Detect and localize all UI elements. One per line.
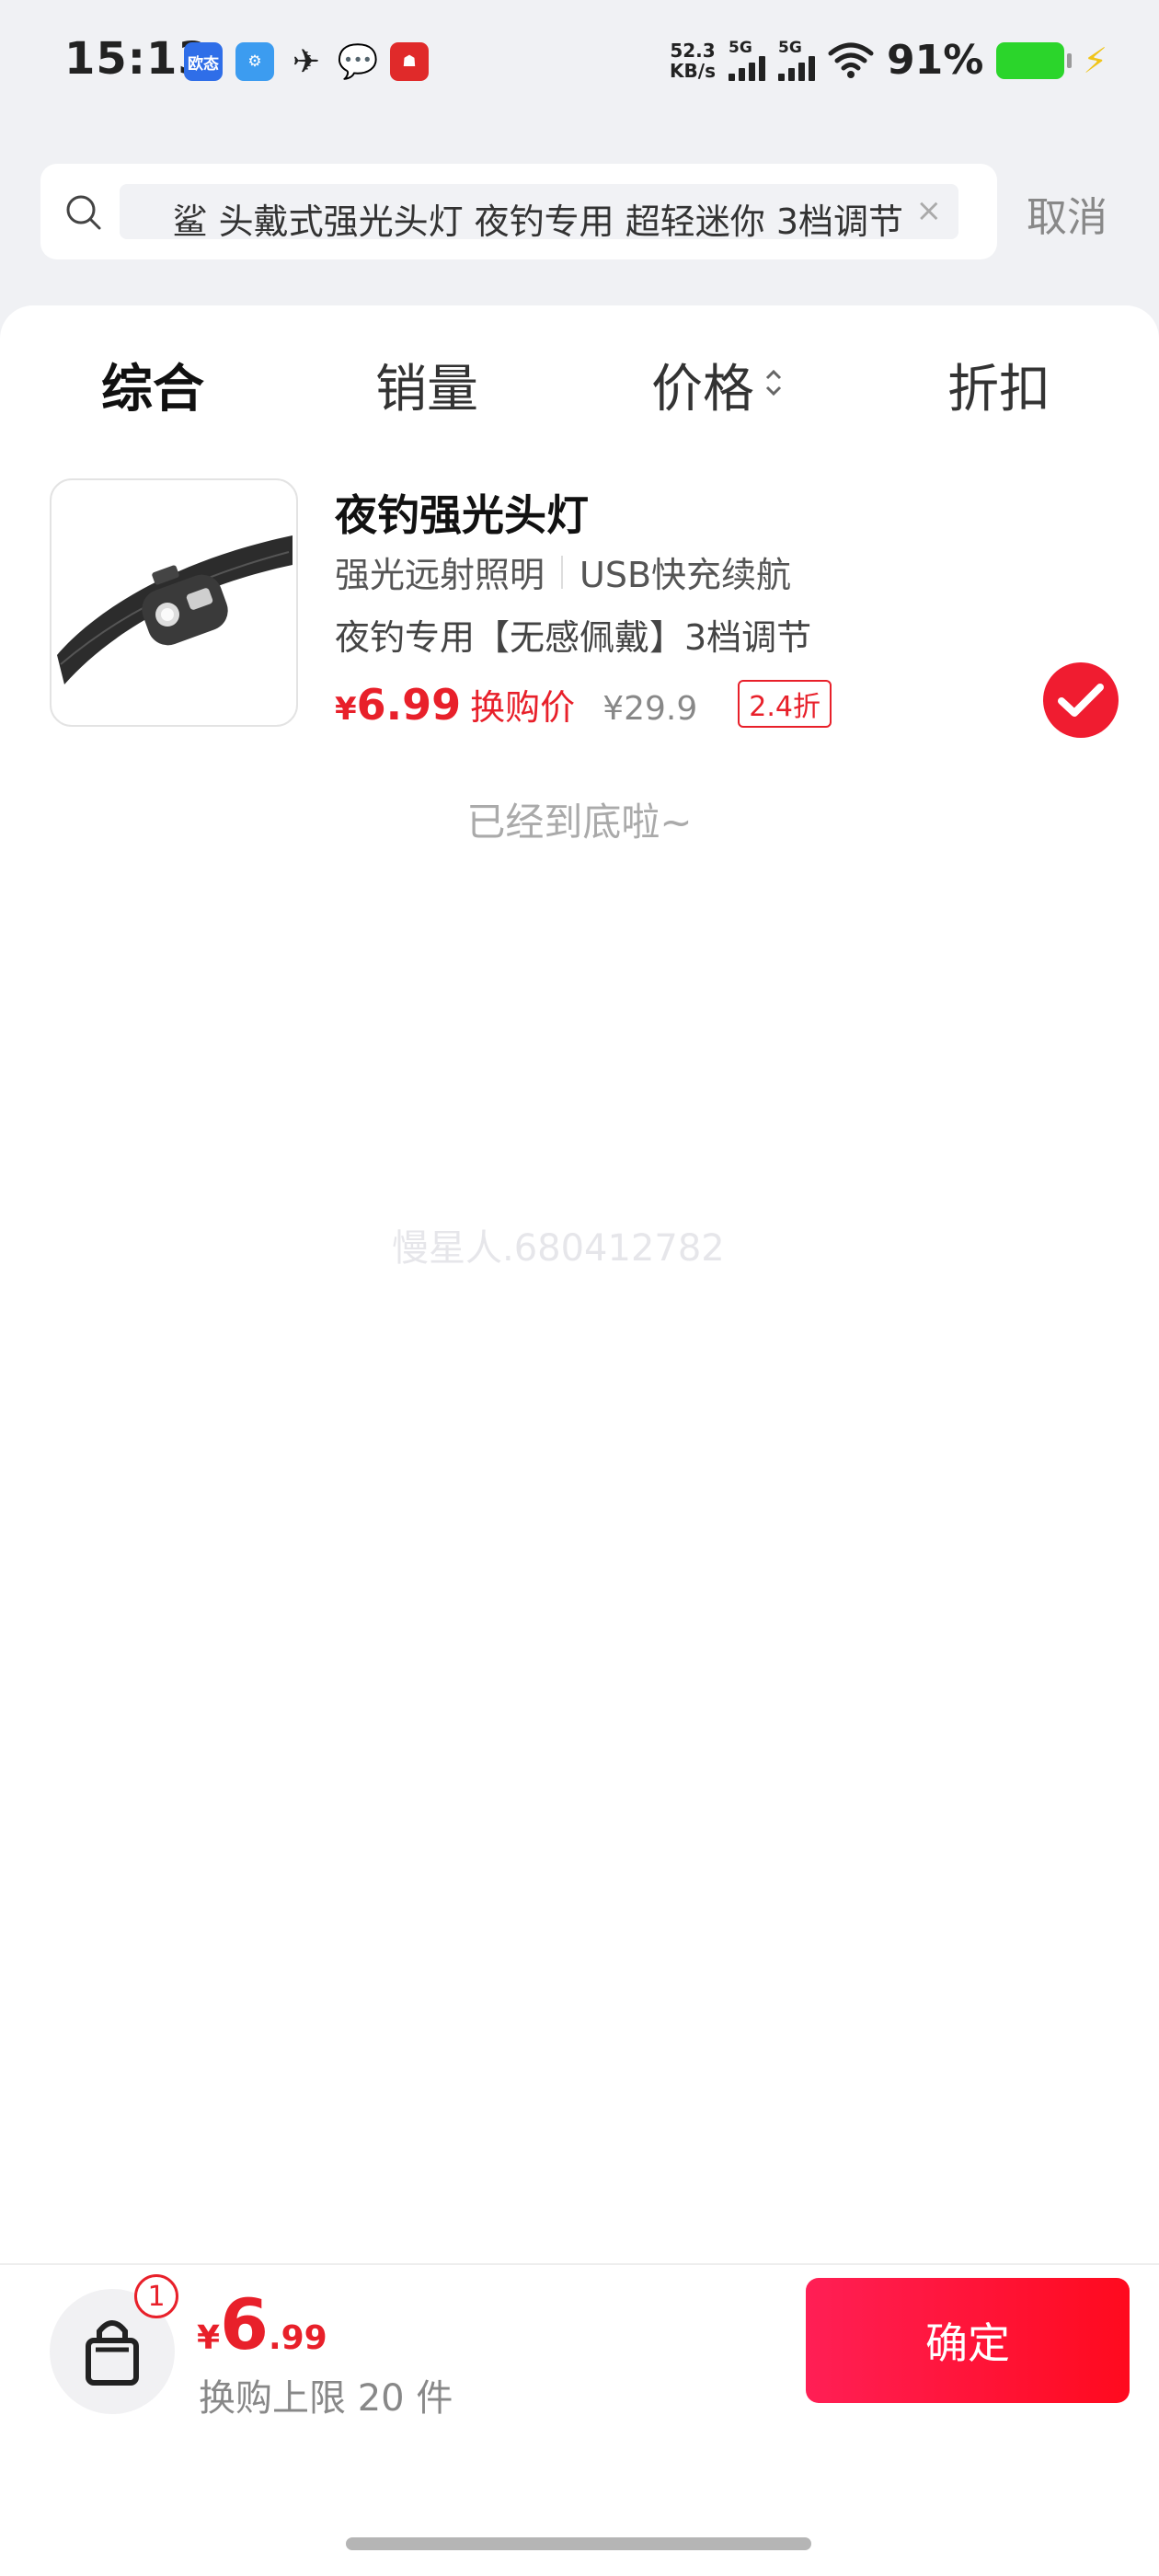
home-indicator[interactable] xyxy=(346,2537,811,2550)
product-tags: 强光远射照明 USB快充续航 xyxy=(335,546,791,597)
network-speed: 52.3 KB/s xyxy=(670,39,716,82)
drone-icon: ✈ xyxy=(292,42,321,81)
signal-icon: 5G xyxy=(728,40,765,81)
charging-icon: ⚡ xyxy=(1083,40,1107,81)
search-query-text: 鲨 头戴式强光头灯 夜钓专用 超轻迷你 3档调节 xyxy=(172,201,904,239)
app-notification-icon: 欧态 xyxy=(184,42,223,81)
search-query-chip[interactable]: 鲨 头戴式强光头灯 夜钓专用 超轻迷你 3档调节 × xyxy=(120,184,958,239)
wifi-icon xyxy=(828,42,874,78)
signal-icon: 5G xyxy=(777,40,815,81)
discount-badge: 2.4折 xyxy=(738,680,832,728)
product-description: 夜钓专用【无感佩戴】3档调节 xyxy=(335,617,812,658)
price-row: ¥ 6.99 换购价 ¥29.9 2.4折 xyxy=(335,679,832,731)
clear-icon[interactable]: × xyxy=(916,195,943,226)
check-icon xyxy=(1058,684,1104,717)
selected-checkbox[interactable] xyxy=(1043,662,1119,738)
sort-tabs: 综合 销量 价格 折扣 xyxy=(0,339,1159,421)
tab-overall[interactable]: 综合 xyxy=(101,348,204,422)
tab-price[interactable]: 价格 xyxy=(651,348,754,422)
currency-symbol: ¥ xyxy=(335,691,357,728)
settings-icon: ⚙ xyxy=(235,42,274,81)
confirm-button[interactable]: 确定 xyxy=(806,2278,1130,2403)
product-item[interactable]: 夜钓强光头灯 强光远射照明 USB快充续航 夜钓专用【无感佩戴】3档调节 ¥ 6… xyxy=(50,478,1119,738)
exchange-price-label: 换购价 xyxy=(470,687,576,728)
exchange-price: 6.99 xyxy=(356,680,462,730)
search-icon xyxy=(66,195,101,230)
end-of-list-text: 已经到底啦~ xyxy=(466,799,693,845)
cancel-button[interactable]: 取消 xyxy=(1027,184,1107,243)
product-title: 夜钓强光头灯 xyxy=(335,490,589,540)
sort-updown-icon xyxy=(765,369,782,397)
search-box[interactable]: 鲨 头戴式强光头灯 夜钓专用 超轻迷你 3档调节 × xyxy=(40,164,997,259)
tag-divider xyxy=(561,555,564,589)
wechat-icon: 💬 xyxy=(337,43,379,81)
tab-sales[interactable]: 销量 xyxy=(375,348,478,422)
original-price: ¥29.9 xyxy=(602,690,698,728)
bottom-bar: 1 ¥ 6 .99 换购上限 20 件 确定 xyxy=(0,2263,1159,2576)
product-image xyxy=(50,478,298,727)
battery-icon xyxy=(996,41,1073,79)
product-tag: USB快充续航 xyxy=(580,555,792,595)
results-panel: 综合 销量 价格 折扣 夜钓强光头灯 强光远射照明 USB快充续航 夜钓专用【无… xyxy=(0,305,1159,2576)
battery-percent: 91% xyxy=(886,37,984,84)
notification-icons: 欧态 ⚙ ✈ 💬 ☗ xyxy=(184,42,429,81)
cart-count-badge: 1 xyxy=(134,2274,178,2318)
product-tag: 强光远射照明 xyxy=(335,555,545,595)
system-status: 52.3 KB/s 5G 5G 91% ⚡ xyxy=(670,37,1107,84)
status-bar: 15:13 欧态 ⚙ ✈ 💬 ☗ 52.3 KB/s 5G 5G 91% ⚡ xyxy=(0,0,1159,129)
watermark-text: 慢星人.680412782 xyxy=(392,1227,725,1270)
exchange-limit-text: 换购上限 20 件 xyxy=(199,2377,453,2420)
shop-icon: ☗ xyxy=(390,42,429,81)
tab-discount[interactable]: 折扣 xyxy=(947,348,1050,422)
total-price: ¥ 6 .99 xyxy=(197,2283,327,2365)
